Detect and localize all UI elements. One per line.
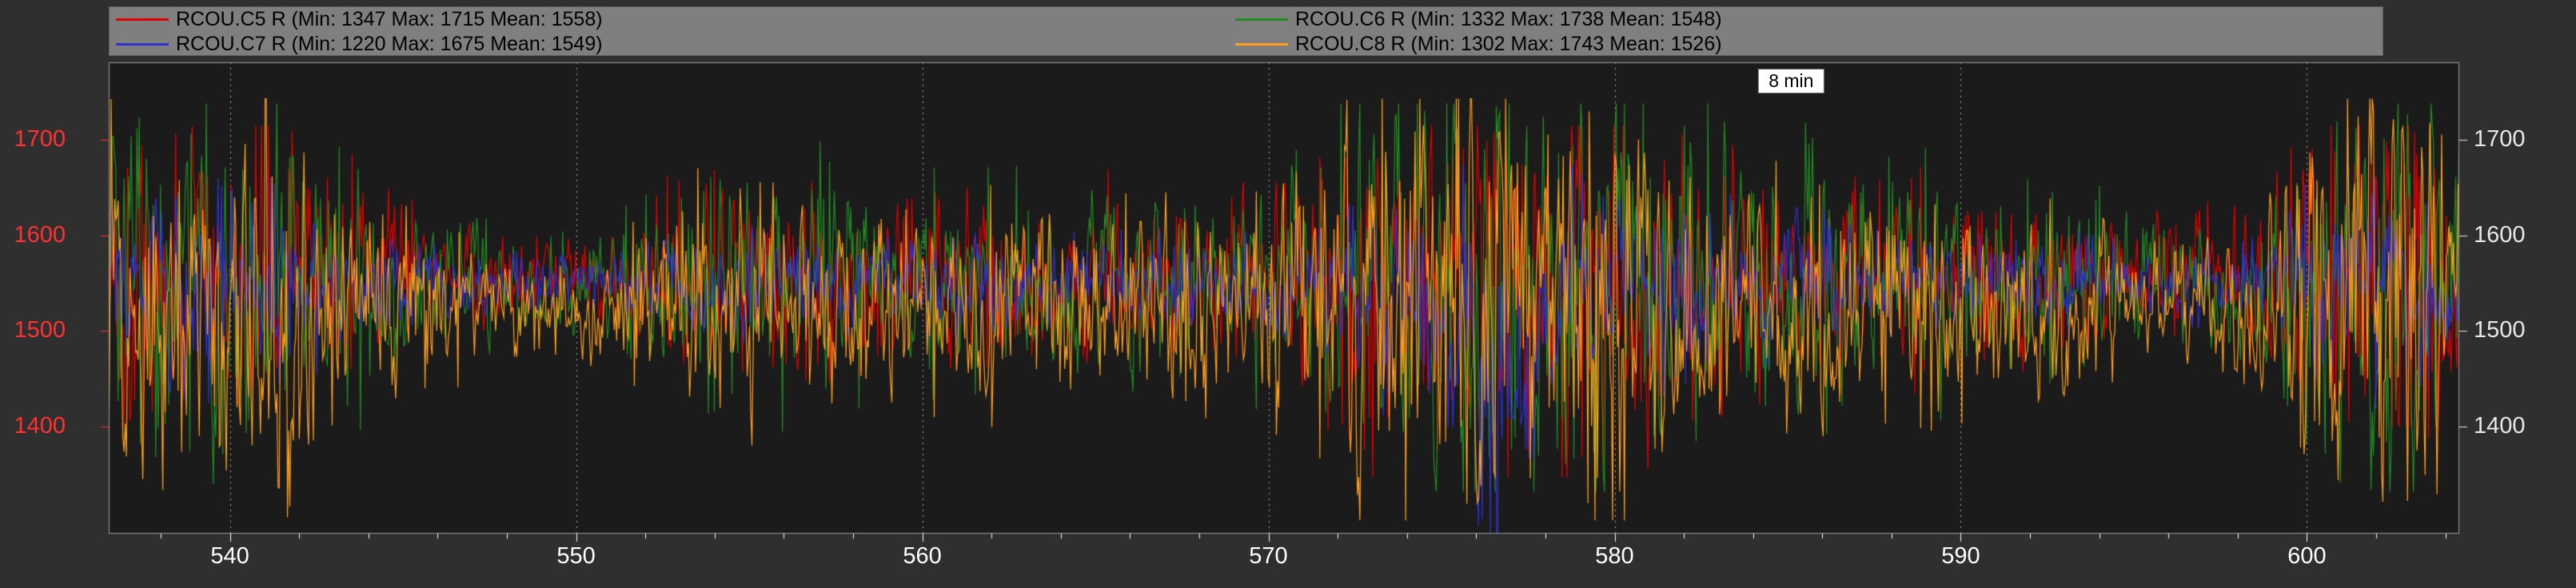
legend-entry-label: RCOU.C7 R (Min: 1220 Max: 1675 Mean: 154…	[176, 33, 603, 55]
legend-entry-label: RCOU.C8 R (Min: 1302 Max: 1743 Mean: 152…	[1295, 33, 1722, 55]
y-axis-tick-label-left: 1700	[14, 125, 66, 152]
y-axis-tick-label-right: 1700	[2474, 125, 2526, 152]
x-axis-tick-label: 550	[556, 543, 596, 569]
series-color-swatch-icon	[116, 43, 169, 46]
legend-entry-label: RCOU.C6 R (Min: 1332 Max: 1738 Mean: 154…	[1295, 8, 1722, 30]
x-axis-tick-label: 570	[1249, 543, 1288, 569]
y-axis-tick-label-left: 1600	[14, 221, 66, 248]
y-axis-tick-label-right: 1500	[2474, 317, 2526, 344]
y-axis-tick-label-left: 1500	[14, 317, 66, 344]
legend-entry[interactable]: RCOU.C5 R (Min: 1347 Max: 1715 Mean: 155…	[116, 7, 603, 32]
legend-entry[interactable]: RCOU.C8 R (Min: 1302 Max: 1743 Mean: 152…	[1235, 32, 1722, 57]
legend-entry[interactable]: RCOU.C7 R (Min: 1220 Max: 1675 Mean: 154…	[116, 32, 603, 57]
series-color-swatch-icon	[116, 18, 169, 21]
legend-bar: RCOU.C5 R (Min: 1347 Max: 1715 Mean: 155…	[109, 6, 2383, 56]
plot-canvas[interactable]	[0, 0, 2576, 588]
series-color-swatch-icon	[1235, 18, 1288, 21]
y-axis-tick-label-right: 1600	[2474, 221, 2526, 248]
y-axis-tick-label-right: 1400	[2474, 412, 2526, 439]
x-axis-tick-label: 590	[1941, 543, 1980, 569]
y-axis-tick-label-left: 1400	[14, 412, 66, 439]
log-graph-window: RCOU.C5 R (Min: 1347 Max: 1715 Mean: 155…	[0, 0, 2576, 588]
legend-entry-label: RCOU.C5 R (Min: 1347 Max: 1715 Mean: 155…	[176, 8, 603, 30]
x-axis-tick-label: 580	[1595, 543, 1634, 569]
time-annotation: 8 min	[1758, 69, 1824, 93]
x-axis-tick-label: 560	[903, 543, 942, 569]
x-axis-tick-label: 600	[2287, 543, 2327, 569]
x-axis-tick-label: 540	[210, 543, 249, 569]
series-color-swatch-icon	[1235, 43, 1288, 46]
time-annotation-label: 8 min	[1769, 70, 1814, 91]
legend-entry[interactable]: RCOU.C6 R (Min: 1332 Max: 1738 Mean: 154…	[1235, 7, 1722, 32]
